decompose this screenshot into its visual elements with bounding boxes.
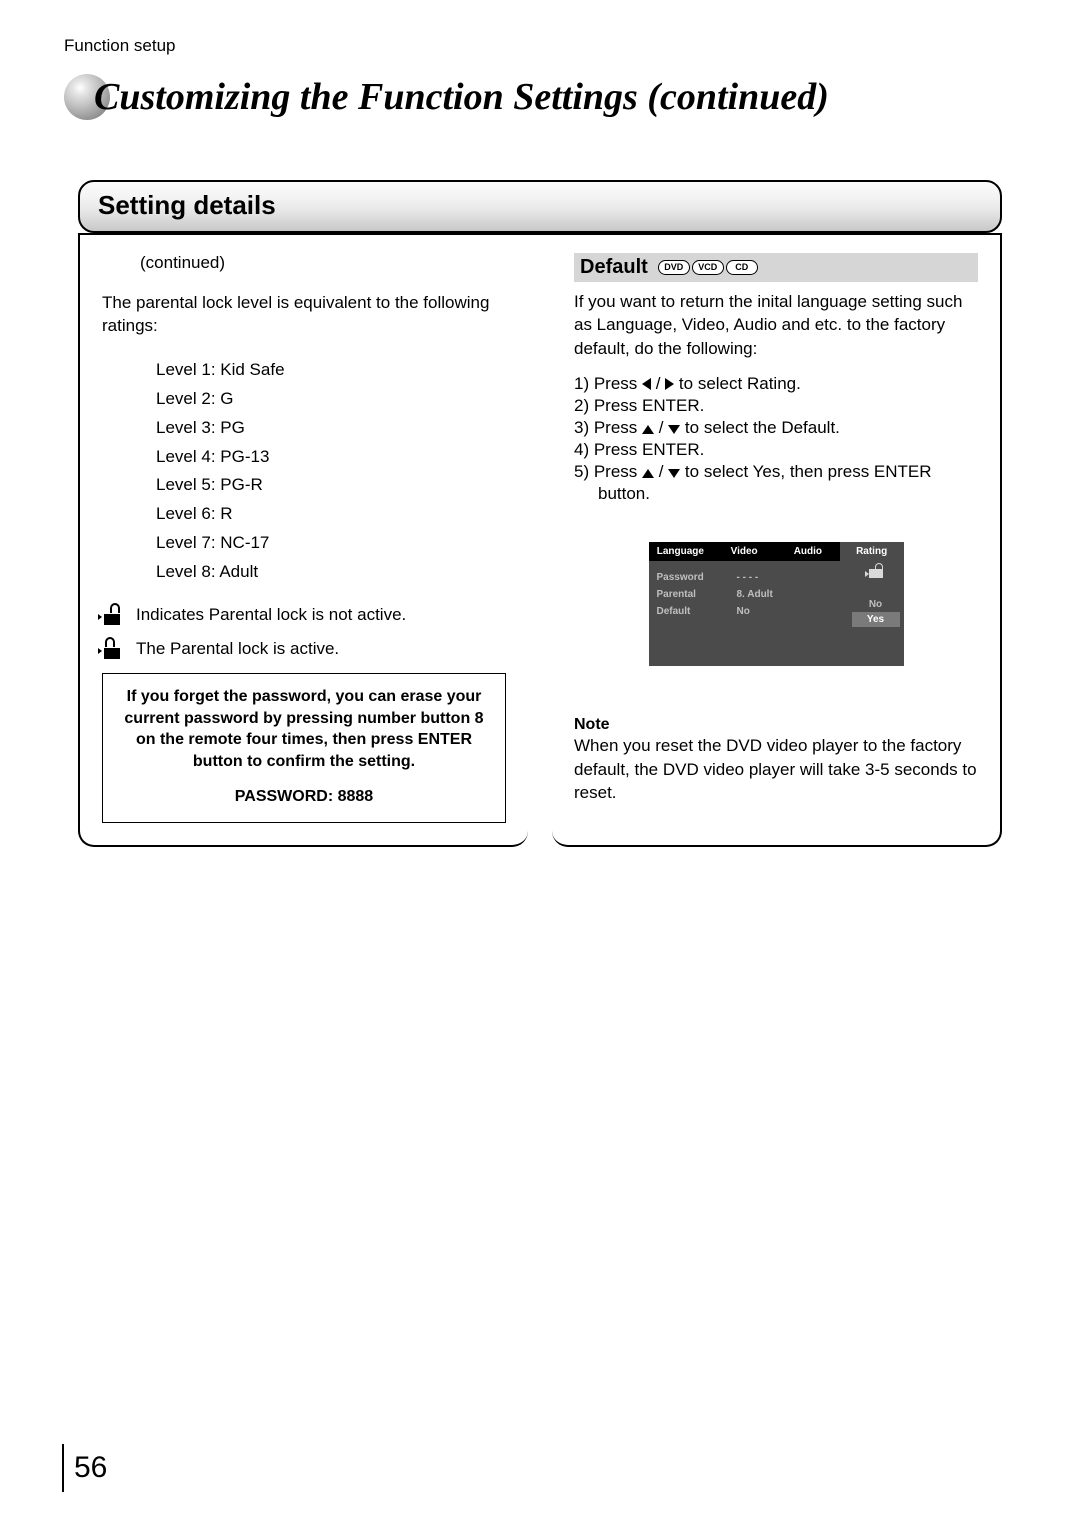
osd-lock-open-icon [869, 569, 883, 583]
osd-side: No Yes [856, 569, 896, 627]
triangle-up-icon [642, 469, 654, 478]
osd-tab-rating: Rating [840, 542, 904, 561]
lock-active-text: The Parental lock is active. [136, 639, 339, 659]
right-column: Default DVD VCD CD If you want to return… [552, 235, 1002, 847]
page-number: 56 [62, 1444, 107, 1492]
step-5: 5) Press / to select Yes, then press ENT… [574, 462, 978, 482]
level-item: Level 3: PG [156, 414, 506, 443]
level-item: Level 8: Adult [156, 558, 506, 587]
osd-parental-label: Parental [657, 589, 737, 600]
disc-badge-vcd: VCD [692, 260, 724, 275]
level-item: Level 2: G [156, 385, 506, 414]
password-reset-box: If you forget the password, you can eras… [102, 673, 506, 823]
triangle-up-icon [642, 425, 654, 434]
level-item: Level 4: PG-13 [156, 443, 506, 472]
password-reset-text: If you forget the password, you can eras… [117, 686, 491, 772]
step-3: 3) Press / to select the Default. [574, 418, 978, 438]
setting-details-bar: Setting details [78, 180, 1002, 233]
level-item: Level 7: NC-17 [156, 529, 506, 558]
lock-open-icon [102, 605, 122, 625]
triangle-left-icon [642, 378, 651, 390]
disc-badge-cd: CD [726, 260, 758, 275]
triangle-right-icon [665, 378, 674, 390]
lock-inactive-row: Indicates Parental lock is not active. [102, 605, 506, 625]
default-intro: If you want to return the inital languag… [574, 290, 978, 360]
lock-active-row: The Parental lock is active. [102, 639, 506, 659]
level-item: Level 6: R [156, 500, 506, 529]
step-4: 4) Press ENTER. [574, 440, 978, 460]
lock-inactive-text: Indicates Parental lock is not active. [136, 605, 406, 625]
osd-password-value: - - - - [737, 572, 797, 583]
osd-default-label: Default [657, 606, 737, 617]
left-column: (continued) The parental lock level is e… [78, 235, 528, 847]
osd-default-value: No [737, 606, 797, 617]
osd-option-no: No [856, 597, 896, 612]
note-text: When you reset the DVD video player to t… [574, 734, 978, 804]
default-heading-bar: Default DVD VCD CD [574, 253, 978, 282]
osd-parental-value: 8. Adult [737, 589, 797, 600]
step-2: 2) Press ENTER. [574, 396, 978, 416]
level-item: Level 5: PG-R [156, 471, 506, 500]
password-code: PASSWORD: 8888 [117, 786, 491, 808]
default-steps: 1) Press / to select Rating. 2) Press EN… [574, 374, 978, 504]
default-heading: Default [580, 256, 648, 279]
triangle-down-icon [668, 425, 680, 434]
disc-badge-dvd: DVD [658, 260, 690, 275]
rating-levels: Level 1: Kid Safe Level 2: G Level 3: PG… [156, 356, 506, 587]
lock-closed-icon [102, 639, 122, 659]
columns: (continued) The parental lock level is e… [78, 233, 1002, 847]
osd-tab-video: Video [712, 542, 776, 561]
osd-menu: Language Video Audio Rating Password - -… [649, 542, 904, 666]
osd-tabs: Language Video Audio Rating [649, 542, 904, 561]
title-row: Customizing the Function Settings (conti… [64, 74, 1016, 120]
note-block: Note When you reset the DVD video player… [574, 716, 978, 804]
osd-option-yes: Yes [852, 612, 900, 627]
osd-tab-audio: Audio [776, 542, 840, 561]
page-title: Customizing the Function Settings (conti… [94, 75, 829, 119]
step-1: 1) Press / to select Rating. [574, 374, 978, 394]
level-item: Level 1: Kid Safe [156, 356, 506, 385]
parental-intro: The parental lock level is equivalent to… [102, 291, 506, 338]
osd-body: Password - - - - Parental 8. Adult Defau… [649, 561, 904, 628]
triangle-down-icon [668, 469, 680, 478]
continued-label: (continued) [140, 253, 506, 273]
osd-tab-language: Language [649, 542, 713, 561]
setting-details-title: Setting details [98, 190, 982, 221]
step-5-cont: button. [574, 484, 978, 504]
note-heading: Note [574, 716, 978, 734]
osd-password-label: Password [657, 572, 737, 583]
manual-page: Function setup Customizing the Function … [0, 0, 1080, 1524]
section-label: Function setup [64, 36, 1016, 56]
